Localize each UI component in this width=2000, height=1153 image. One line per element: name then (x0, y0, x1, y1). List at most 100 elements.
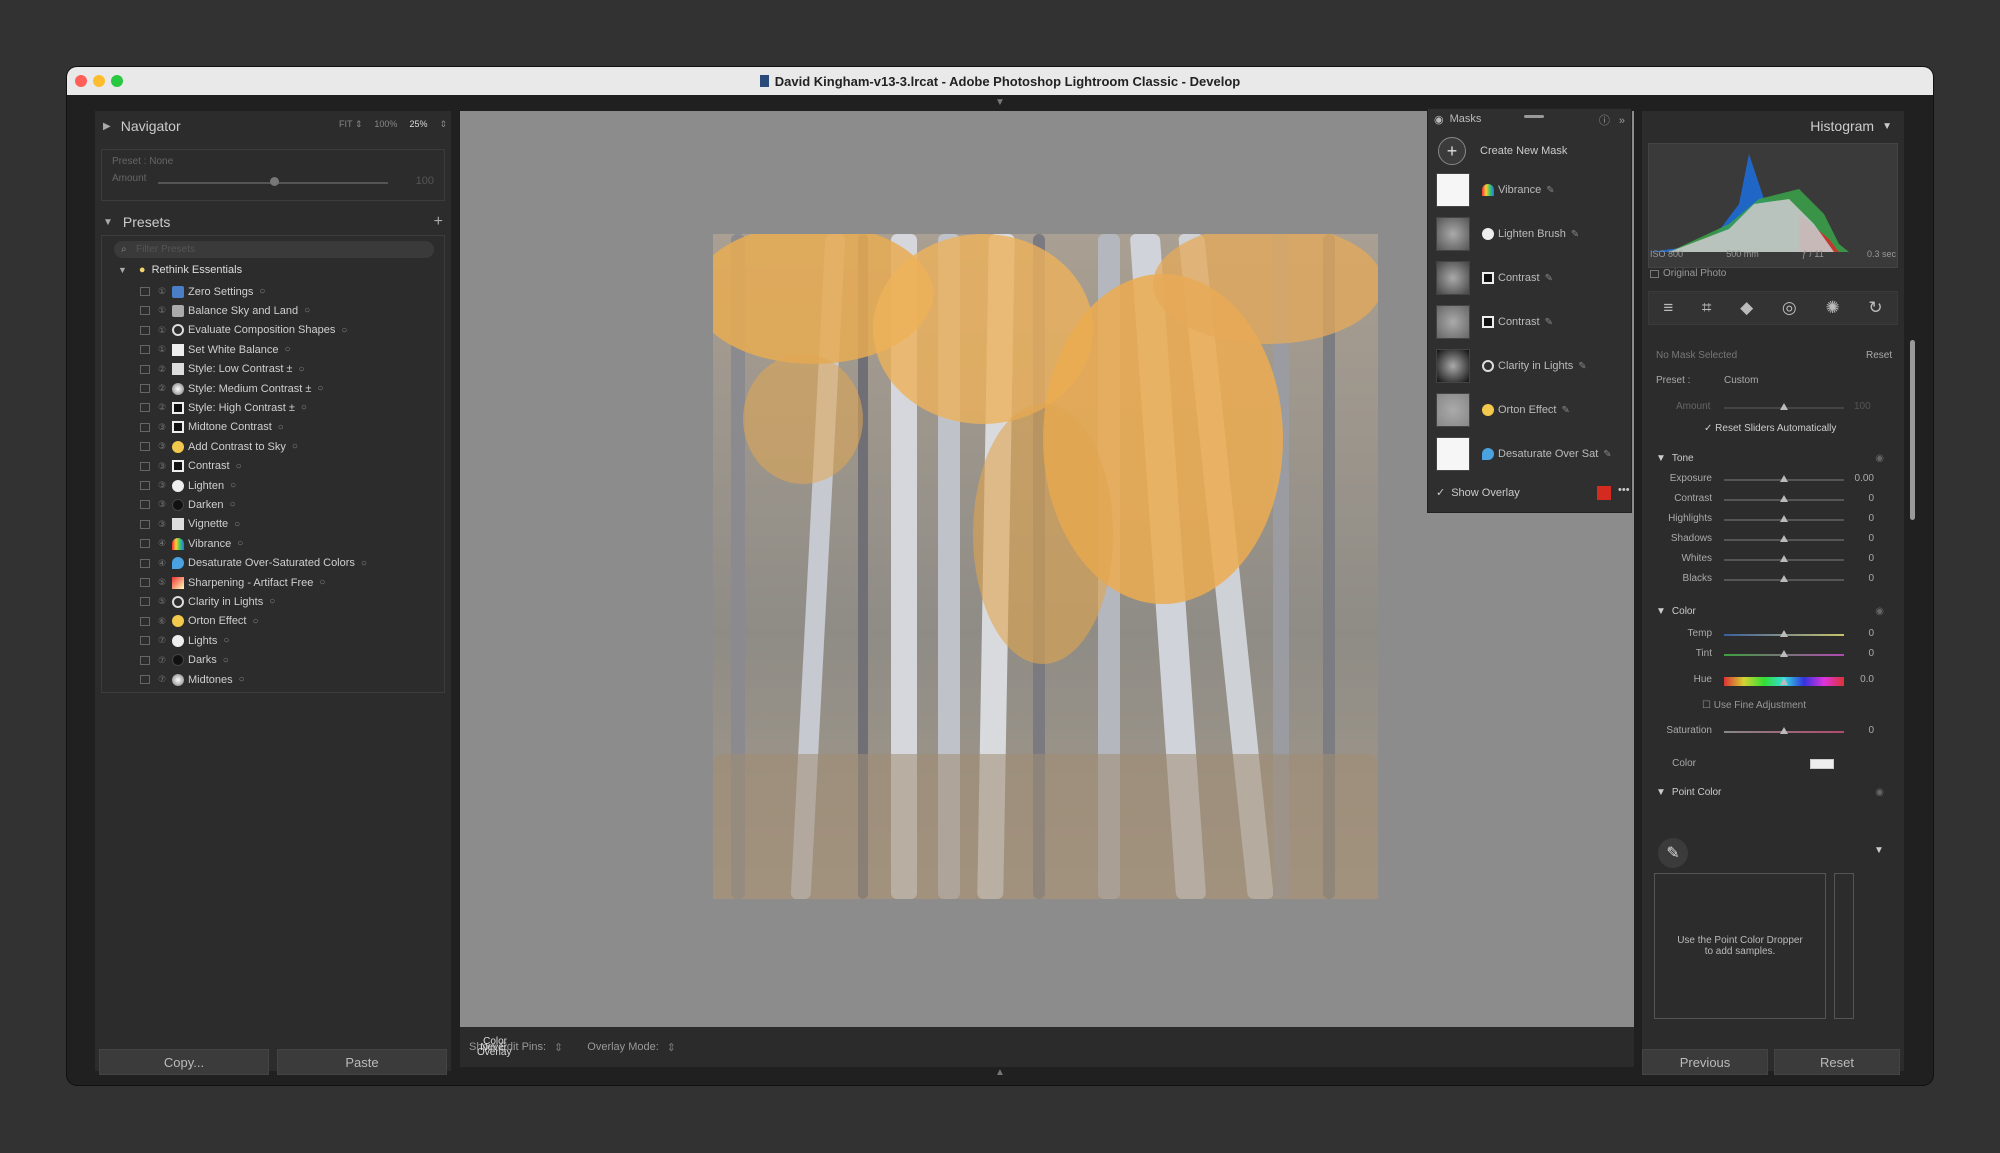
eye-icon[interactable]: ◉ (1434, 113, 1444, 126)
create-new-mask-button[interactable]: + Create New Mask (1438, 137, 1567, 165)
saturation-thumb[interactable] (1780, 727, 1788, 734)
mask-item[interactable]: Clarity in Lights ✎ (1436, 347, 1626, 385)
preset-checkbox[interactable] (140, 636, 150, 646)
reset-sliders-checkbox[interactable]: ✓ (1704, 423, 1712, 434)
preset-item[interactable]: ② Style: Medium Contrast ± ○ (140, 379, 323, 398)
preset-checkbox[interactable] (140, 364, 150, 374)
preset-checkbox[interactable] (140, 287, 150, 296)
reset-tool-icon[interactable]: ↻ (1868, 298, 1882, 318)
preset-checkbox[interactable] (140, 578, 150, 587)
point-color-eye-icon[interactable]: ◉ (1875, 787, 1884, 798)
preset-item[interactable]: ③ Midtone Contrast ○ (140, 418, 284, 437)
tint-thumb[interactable] (1780, 650, 1788, 657)
preset-checkbox[interactable] (140, 422, 150, 432)
mask-preset-select[interactable]: Custom (1724, 375, 1758, 386)
mask-item[interactable]: Orton Effect ✎ (1436, 391, 1626, 429)
amount-slider-thumb[interactable] (270, 177, 279, 186)
tone-slider-thumb[interactable] (1780, 575, 1788, 582)
preset-item[interactable]: ⑥ Orton Effect ○ (140, 612, 259, 631)
overlay-color-swatch[interactable] (1597, 486, 1611, 500)
preset-item[interactable]: ⑤ Sharpening - Artifact Free ○ (140, 573, 325, 592)
preset-checkbox[interactable] (140, 655, 150, 665)
tone-slider-thumb[interactable] (1780, 475, 1788, 482)
zoom-25[interactable]: 25% (409, 119, 427, 130)
previous-button[interactable]: Previous (1642, 1049, 1768, 1075)
fine-adjust-checkbox[interactable]: ☐ (1702, 700, 1711, 711)
temp-thumb[interactable] (1780, 630, 1788, 637)
mask-item[interactable]: Contrast ✎ (1436, 259, 1626, 297)
tone-slider-thumb[interactable] (1780, 515, 1788, 522)
preset-checkbox[interactable] (140, 500, 150, 510)
preset-item[interactable]: ① Zero Settings ○ (140, 282, 265, 301)
preset-checkbox[interactable] (140, 306, 150, 316)
preset-checkbox[interactable] (140, 558, 150, 568)
more-options-icon[interactable]: ••• (1618, 484, 1630, 496)
preset-checkbox[interactable] (140, 539, 150, 549)
preset-checkbox[interactable] (140, 616, 150, 626)
preset-checkbox[interactable] (140, 384, 150, 393)
preset-checkbox[interactable] (140, 597, 150, 607)
histogram-header[interactable]: Histogram ▼ (1642, 111, 1904, 141)
preset-item[interactable]: ② Style: High Contrast ± ○ (140, 398, 307, 417)
eyedropper-icon[interactable]: ✎ (1658, 838, 1688, 868)
preset-checkbox[interactable] (140, 325, 150, 335)
presets-header[interactable]: ▼ Presets + (95, 207, 451, 237)
copy-button[interactable]: Copy... (99, 1049, 269, 1075)
preset-checkbox[interactable] (140, 403, 150, 413)
filter-presets-input[interactable]: ⌕ Filter Presets (114, 241, 434, 258)
right-panel-scrollbar[interactable] (1910, 340, 1915, 520)
red-eye-icon[interactable]: ◎ (1782, 298, 1797, 318)
preset-item[interactable]: ① Set White Balance ○ (140, 340, 291, 359)
mask-thumbnail[interactable] (1436, 173, 1470, 207)
color-eye-icon[interactable]: ◉ (1875, 606, 1884, 617)
collapse-panel-icon[interactable]: » (1619, 115, 1625, 127)
close-window-button[interactable] (75, 75, 87, 87)
zoom-100[interactable]: 100% (374, 119, 397, 130)
mask-item[interactable]: Lighten Brush ✎ (1436, 215, 1626, 253)
mask-reset-link[interactable]: Reset (1866, 350, 1892, 361)
mask-thumbnail[interactable] (1436, 393, 1470, 427)
preset-item[interactable]: ⑤ Clarity in Lights ○ (140, 592, 275, 611)
tone-slider-thumb[interactable] (1780, 535, 1788, 542)
mask-thumbnail[interactable] (1436, 305, 1470, 339)
crop-icon[interactable]: ⌗ (1702, 298, 1712, 318)
help-icon[interactable]: ⓘ (1599, 115, 1610, 127)
mask-item[interactable]: Vibrance ✎ (1436, 171, 1626, 209)
dropper-menu-icon[interactable]: ▼ (1874, 845, 1884, 856)
preset-item[interactable]: ② Style: Low Contrast ± ○ (140, 360, 305, 379)
reset-sliders-row[interactable]: ✓ Reset Sliders Automatically (1704, 423, 1836, 434)
mask-thumbnail[interactable] (1436, 437, 1470, 471)
preset-item[interactable]: ③ Contrast ○ (140, 457, 242, 476)
preset-group-rethink-essentials[interactable]: ▼ ● Rethink Essentials (118, 264, 242, 276)
paste-button[interactable]: Paste (277, 1049, 447, 1075)
preset-checkbox[interactable] (140, 519, 150, 529)
tone-slider-thumb[interactable] (1780, 555, 1788, 562)
preset-item[interactable]: ⑦ Lights ○ (140, 631, 229, 650)
color-swatch-picker[interactable] (1810, 759, 1834, 769)
mask-thumbnail[interactable] (1436, 217, 1470, 251)
zoom-more-icon[interactable]: ⇕ (439, 119, 447, 130)
filmstrip-toggle[interactable]: ▲ (995, 1067, 1005, 1078)
heal-eraser-icon[interactable]: ◆ (1740, 298, 1753, 318)
preset-item[interactable]: ① Evaluate Composition Shapes ○ (140, 321, 347, 340)
preset-item[interactable]: ① Balance Sky and Land ○ (140, 301, 310, 320)
mask-thumbnail[interactable] (1436, 261, 1470, 295)
show-overlay-checkbox[interactable]: ✓ (1436, 486, 1445, 499)
preset-item[interactable]: ⑦ Darks ○ (140, 651, 229, 670)
preset-item[interactable]: ⑦ Midtones ○ (140, 670, 245, 689)
preset-item[interactable]: ③ Lighten ○ (140, 476, 236, 495)
preset-item[interactable]: ④ Desaturate Over-Saturated Colors ○ (140, 554, 367, 573)
mask-item[interactable]: Contrast ✎ (1436, 303, 1626, 341)
hue-thumb[interactable] (1780, 678, 1788, 685)
preset-item[interactable]: ③ Add Contrast to Sky ○ (140, 437, 298, 456)
preset-item[interactable]: ③ Vignette ○ (140, 515, 240, 534)
masking-icon[interactable]: ✺ (1825, 298, 1839, 318)
reset-button[interactable]: Reset (1774, 1049, 1900, 1075)
preset-item[interactable]: ③ Darken ○ (140, 495, 236, 514)
minimize-window-button[interactable] (93, 75, 105, 87)
preset-checkbox[interactable] (140, 675, 150, 684)
drag-handle[interactable] (1524, 115, 1544, 118)
edit-sliders-icon[interactable]: ≡ (1663, 298, 1673, 318)
preset-item[interactable]: ④ Vibrance ○ (140, 534, 243, 553)
fine-adjust-row[interactable]: ☐ Use Fine Adjustment (1702, 700, 1806, 711)
